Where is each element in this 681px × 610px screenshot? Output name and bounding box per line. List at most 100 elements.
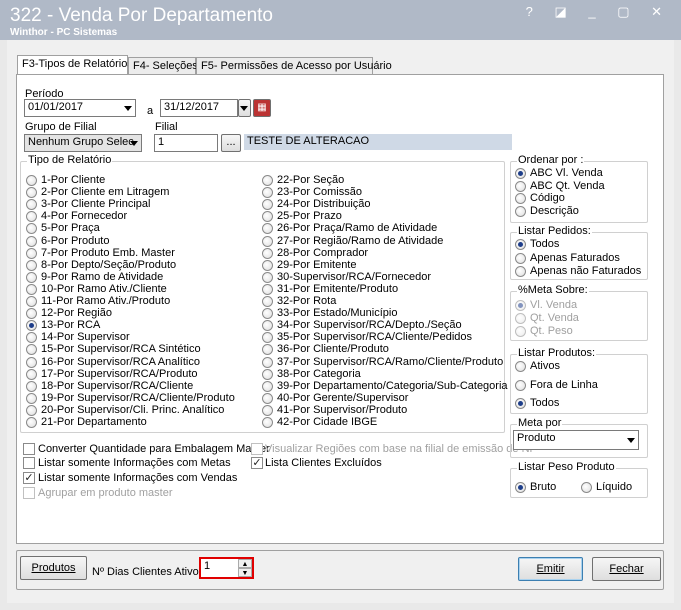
- tipo-relatorio-option-radio[interactable]: [262, 259, 273, 271]
- listar-peso-option-radio[interactable]: [581, 482, 592, 493]
- meta-sobre-option-radio[interactable]: [515, 326, 526, 337]
- emitir-button[interactable]: Emitir: [518, 557, 583, 581]
- tab-tipos-relatorios[interactable]: F3-Tipos de Relatórios: [17, 55, 133, 75]
- listar-produtos-option-label: Fora de Linha: [530, 378, 598, 391]
- tipo-relatorio-option-radio[interactable]: [262, 417, 273, 428]
- meta-por-value: Produto: [517, 432, 556, 444]
- tipo-relatorio-option-radio[interactable]: [262, 356, 273, 368]
- tipo-relatorio-option-label: 25-Por Prazo: [277, 210, 342, 223]
- filial-input[interactable]: 1: [154, 134, 218, 152]
- tipo-relatorio-option-radio[interactable]: [26, 392, 37, 404]
- tipo-relatorio-option-label: 20-Por Supervisor/Cli. Princ. Analítico: [41, 403, 225, 416]
- listar-pedidos-option-radio[interactable]: [515, 239, 526, 250]
- tipo-relatorio-option-radio[interactable]: [262, 404, 273, 416]
- tipo-relatorio-option-label: 14-Por Supervisor: [41, 331, 130, 344]
- tipo-relatorio-option-label: 15-Por Supervisor/RCA Sintético: [41, 343, 201, 356]
- tipo-relatorio-option-radio[interactable]: [262, 271, 273, 283]
- tipo-relatorio-option-radio[interactable]: [26, 368, 37, 380]
- ordenar-option-radio[interactable]: [515, 205, 526, 217]
- listar-produtos-option-radio[interactable]: [515, 379, 526, 391]
- tipo-relatorio-option-radio[interactable]: [262, 235, 273, 247]
- tipo-relatorio-option-label: 42-Por Cidade IBGE: [277, 416, 378, 428]
- ordenar-option-radio[interactable]: [515, 193, 526, 204]
- periodo-end-dropdown[interactable]: [238, 99, 251, 117]
- filial-search-button[interactable]: ...: [221, 134, 241, 152]
- tipo-relatorio-option-radio[interactable]: [26, 356, 37, 368]
- agrupar-checkbox[interactable]: [23, 487, 35, 499]
- window-title: 322 - Venda Por Departamento: [10, 5, 274, 26]
- periodo-end-field[interactable]: 31/12/2017: [160, 99, 238, 117]
- converter-label: Converter Quantidade para Embalagem Mast…: [38, 443, 270, 455]
- listar-pedidos-option-radio[interactable]: [515, 266, 526, 277]
- tipo-relatorio-option-radio[interactable]: [262, 296, 273, 307]
- tipo-relatorio-option-radio[interactable]: [262, 380, 273, 392]
- tab-permissoes[interactable]: F5- Permissões de Acesso por Usuário: [196, 57, 392, 74]
- tipo-relatorio-option-label: 2-Por Cliente em Litragem: [41, 186, 170, 199]
- ordenar-option-radio[interactable]: [515, 180, 526, 192]
- tipo-relatorio-option-radio[interactable]: [26, 235, 37, 247]
- listar-produtos-option-radio[interactable]: [515, 398, 526, 409]
- periodo-start-field[interactable]: 01/01/2017: [24, 99, 136, 117]
- tipo-relatorio-option-radio[interactable]: [26, 271, 37, 283]
- calendar-icon[interactable]: ▦: [253, 99, 271, 117]
- tipo-relatorio-option-radio[interactable]: [262, 175, 273, 186]
- listar-peso-title: Listar Peso Produto: [517, 461, 616, 473]
- listar-produtos-option-radio[interactable]: [515, 361, 526, 372]
- fechar-button[interactable]: Fechar: [592, 557, 661, 581]
- tipo-relatorio-option-radio[interactable]: [262, 283, 273, 295]
- tipo-relatorio-option-label: 6-Por Produto: [41, 234, 110, 247]
- tipo-relatorio-option-radio[interactable]: [262, 392, 273, 404]
- meta-sobre-option-label: Vl. Venda: [530, 299, 578, 311]
- visualizar-checkbox[interactable]: [251, 443, 263, 455]
- tipo-relatorio-option-radio[interactable]: [26, 247, 37, 259]
- meta-sobre-option-label: Qt. Venda: [530, 312, 579, 324]
- dias-input[interactable]: 1: [201, 559, 238, 577]
- tipo-relatorio-option-label: 26-Por Praça/Ramo de Atividade: [277, 222, 438, 235]
- periodo-end-value: 31/12/2017: [164, 101, 220, 113]
- tipo-relatorio-option-label: 27-Por Região/Ramo de Atividade: [277, 234, 444, 247]
- tipo-relatorio-option-label: 13-Por RCA: [41, 319, 101, 332]
- spin-down-icon[interactable]: ▼: [238, 568, 252, 577]
- tipo-relatorio-option-label: 7-Por Produto Emb. Master: [41, 246, 175, 259]
- meta-sobre-option-label: Qt. Peso: [530, 325, 573, 337]
- dias-spinner[interactable]: 1 ▲ ▼: [199, 557, 254, 579]
- meta-sobre-option-radio[interactable]: [515, 300, 526, 311]
- window-controls[interactable]: ? ◪ _ ▢ ✕: [526, 4, 671, 20]
- listar-produtos-option-label: Ativos: [530, 360, 560, 372]
- listar-peso-option-radio[interactable]: [515, 482, 526, 493]
- listar-pedidos-option-radio[interactable]: [515, 252, 526, 264]
- tipo-relatorio-option-radio[interactable]: [26, 380, 37, 392]
- spin-up-icon[interactable]: ▲: [238, 559, 252, 568]
- tipo-relatorio-option-radio[interactable]: [26, 417, 37, 428]
- listar-pedidos-option-label: Todos: [530, 238, 560, 250]
- chevron-down-icon: [124, 106, 132, 111]
- excluidos-checkbox[interactable]: ✓: [251, 457, 263, 469]
- tipo-relatorio-option-radio[interactable]: [262, 247, 273, 259]
- meta-por-select[interactable]: Produto: [513, 430, 639, 450]
- listar-produtos-title: Listar Produtos:: [517, 347, 597, 359]
- meta-sobre-option-radio[interactable]: [515, 313, 526, 324]
- tipo-relatorio-option-label: 12-Por Região: [41, 307, 112, 320]
- periodo-start-value: 01/01/2017: [28, 101, 84, 113]
- tipo-relatorio-option-radio[interactable]: [26, 296, 37, 307]
- produtos-button[interactable]: Produtos: [20, 556, 87, 580]
- tipo-relatorio-option-label: 5-Por Praça: [41, 222, 100, 235]
- chevron-down-icon: [130, 141, 138, 146]
- meta-por-title: Meta por: [517, 417, 563, 429]
- tipo-relatorio-option-label: 9-Por Ramo de Atividade: [41, 270, 164, 283]
- tipo-relatorio-option-radio[interactable]: [26, 404, 37, 416]
- ordenar-option-radio[interactable]: [515, 168, 526, 179]
- tipo-relatorio-option-radio[interactable]: [26, 283, 37, 295]
- converter-checkbox[interactable]: [23, 443, 35, 455]
- tipo-relatorio-option-radio[interactable]: [26, 259, 37, 271]
- tipo-relatorio-option-label: 35-Por Supervisor/RCA/Cliente/Pedidos: [277, 331, 473, 344]
- tipo-relatorio-option-label: 17-Por Supervisor/RCA/Produto: [41, 367, 198, 380]
- listar-peso-option-label: Bruto: [530, 481, 557, 493]
- tipo-relatorio-option-radio[interactable]: [26, 175, 37, 186]
- grupo-filial-value: Nenhum Grupo Selec: [28, 136, 134, 148]
- metas-checkbox[interactable]: [23, 457, 35, 469]
- vendas-checkbox[interactable]: ✓: [23, 472, 35, 484]
- tab-selecoes[interactable]: F4- Seleções: [128, 57, 198, 74]
- grupo-filial-select[interactable]: Nenhum Grupo Selec: [24, 134, 142, 152]
- tipo-relatorio-option-radio[interactable]: [262, 368, 273, 380]
